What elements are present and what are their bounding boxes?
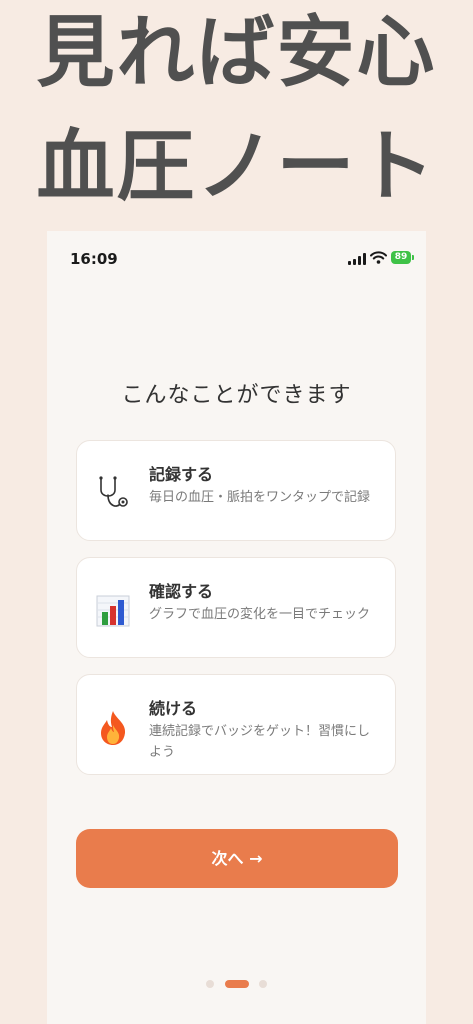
page-dot-active[interactable] bbox=[225, 980, 249, 988]
feature-description: 毎日の血圧・脈拍をワンタップで記録 bbox=[149, 490, 371, 505]
feature-description: 連続記録でバッジをゲット！習慣にしよう bbox=[149, 724, 371, 760]
bar-chart-icon bbox=[96, 595, 130, 627]
page-dot[interactable] bbox=[206, 980, 214, 988]
page-dot[interactable] bbox=[259, 980, 267, 988]
feature-description: グラフで血圧の変化を一目でチェック bbox=[149, 607, 371, 622]
feature-card-record: 記録する 毎日の血圧・脈拍をワンタップで記録 bbox=[76, 440, 396, 541]
feature-title: 記録する bbox=[149, 465, 214, 484]
promo-headline-line1: 見れば安心 bbox=[36, 8, 437, 98]
fire-icon bbox=[101, 711, 126, 745]
phone-screen: 16:09 89 こんなことができます 記録する 毎日の血圧・脈拍をワンタップで… bbox=[47, 231, 426, 1024]
feature-title: 続ける bbox=[149, 699, 198, 718]
battery-tip bbox=[412, 255, 414, 260]
feature-card-check: 確認する グラフで血圧の変化を一目でチェック bbox=[76, 557, 396, 658]
promo-headline-line2: 血圧ノート bbox=[36, 122, 437, 212]
status-bar: 16:09 89 bbox=[47, 231, 426, 285]
feature-card-continue: 続ける 連続記録でバッジをゲット！習慣にしよう bbox=[76, 674, 396, 775]
battery-icon: 89 bbox=[391, 251, 411, 264]
stethoscope-icon bbox=[99, 476, 128, 507]
next-button[interactable]: 次へ → bbox=[76, 829, 398, 888]
status-time: 16:09 bbox=[70, 250, 118, 268]
feature-title: 確認する bbox=[149, 582, 214, 601]
signal-icon bbox=[348, 253, 366, 265]
page-heading: こんなことができます bbox=[121, 383, 352, 408]
wifi-icon bbox=[370, 251, 387, 264]
